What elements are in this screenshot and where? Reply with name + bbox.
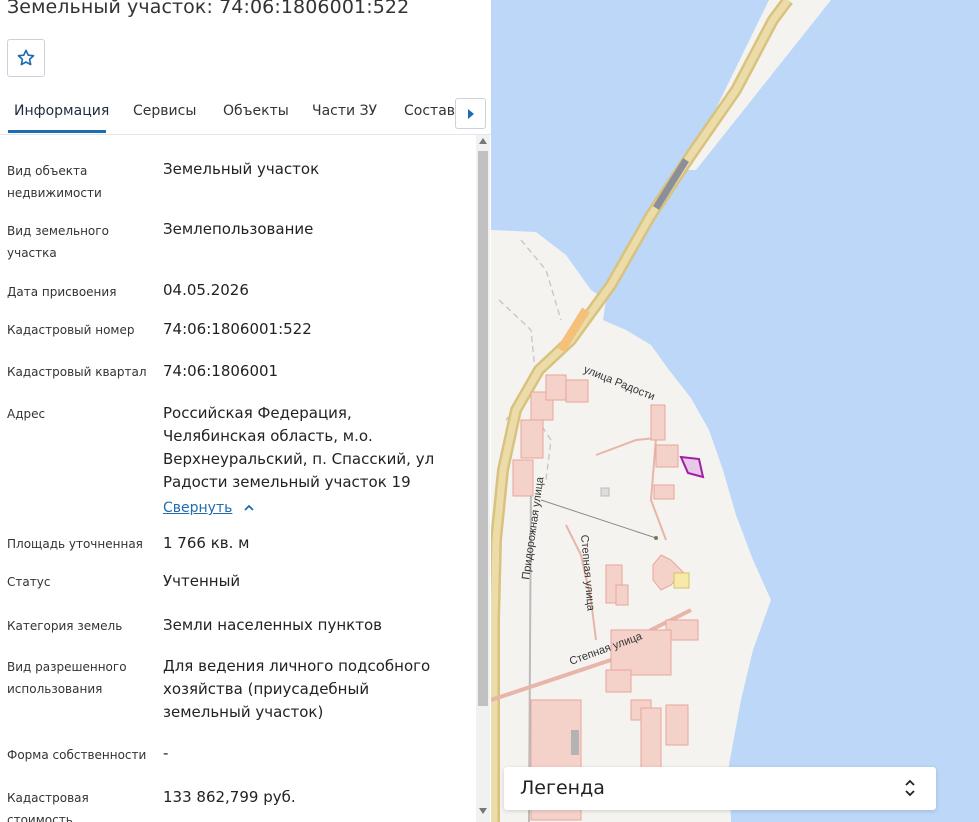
collapse-link[interactable]: Свернуть — [163, 500, 232, 516]
yellow-building — [673, 572, 690, 589]
info-value: Земельный участок — [163, 160, 320, 178]
scroll-up-arrow-icon[interactable] — [479, 138, 487, 144]
collapse-link-wrap: Свернуть — [163, 496, 453, 520]
info-panel: Земельный участок: 74:06:1806001:522 Инф… — [0, 0, 491, 822]
caret-right-icon — [467, 108, 474, 119]
legend-title: Легенда — [520, 777, 605, 799]
info-value: Землепользование — [163, 220, 314, 238]
info-label: Площадь уточненная — [7, 537, 143, 551]
tabs-scroll-right-button[interactable] — [455, 98, 486, 129]
info-label: Вид разрешенного использования — [7, 660, 127, 696]
active-tab-indicator — [8, 130, 106, 133]
info-list: Вид объекта недвижимости Земельный участ… — [0, 140, 475, 822]
chevron-up-down-icon — [905, 779, 915, 797]
legend-panel[interactable]: Легенда — [504, 767, 936, 810]
tab-parts[interactable]: Части ЗУ — [312, 103, 377, 119]
point-marker — [654, 536, 658, 540]
scroll-down-arrow-icon[interactable] — [479, 808, 487, 814]
info-value: 74:06:1806001 — [163, 362, 279, 380]
tab-objects[interactable]: Объекты — [223, 103, 289, 119]
info-value: 1 766 кв. м — [163, 534, 250, 552]
info-value: Для ведения личного подсобного хозяйства… — [163, 657, 431, 721]
info-value: Учтенный — [163, 572, 241, 590]
info-value: Земли населенных пунктов — [163, 616, 382, 634]
info-value: - — [163, 744, 169, 762]
tab-services[interactable]: Сервисы — [133, 103, 196, 119]
info-label: Кадастровый квартал — [7, 365, 147, 379]
info-label: Статус — [7, 575, 51, 589]
legend-toggle[interactable] — [904, 778, 916, 802]
info-label: Дата присвоения — [7, 285, 117, 299]
favorite-button[interactable] — [7, 39, 45, 77]
scrollbar-thumb[interactable] — [478, 151, 488, 706]
gray-building — [600, 487, 610, 497]
star-icon — [17, 49, 35, 66]
info-label: Форма собственности — [7, 748, 147, 762]
info-label: Адрес — [7, 407, 46, 421]
info-label: Кадастровая стоимость — [7, 791, 89, 822]
info-label: Вид объекта недвижимости — [7, 164, 102, 200]
info-value: 74:06:1806001:522 — [163, 320, 312, 338]
tab-information[interactable]: Информация — [14, 103, 109, 119]
tab-composition[interactable]: Состав — [404, 103, 455, 119]
map-view[interactable]: улица Радости Придорожная улица Степная … — [491, 0, 979, 822]
info-value: 133 862,799 руб. — [163, 788, 296, 806]
tab-bar: Информация Сервисы Объекты Части ЗУ Сост… — [0, 92, 491, 135]
gray-building — [571, 730, 579, 755]
info-label: Вид земельного участка — [7, 224, 109, 260]
info-label: Кадастровый номер — [7, 323, 135, 337]
info-value: 04.05.2026 — [163, 281, 249, 299]
address-value: Российская Федерация, Челябинская област… — [163, 404, 435, 491]
chevron-up-icon[interactable] — [244, 504, 255, 511]
map-canvas[interactable]: улица Радости Придорожная улица Степная … — [491, 0, 979, 822]
page-title: Земельный участок: 74:06:1806001:522 — [7, 0, 410, 18]
info-label: Категория земель — [7, 619, 123, 633]
